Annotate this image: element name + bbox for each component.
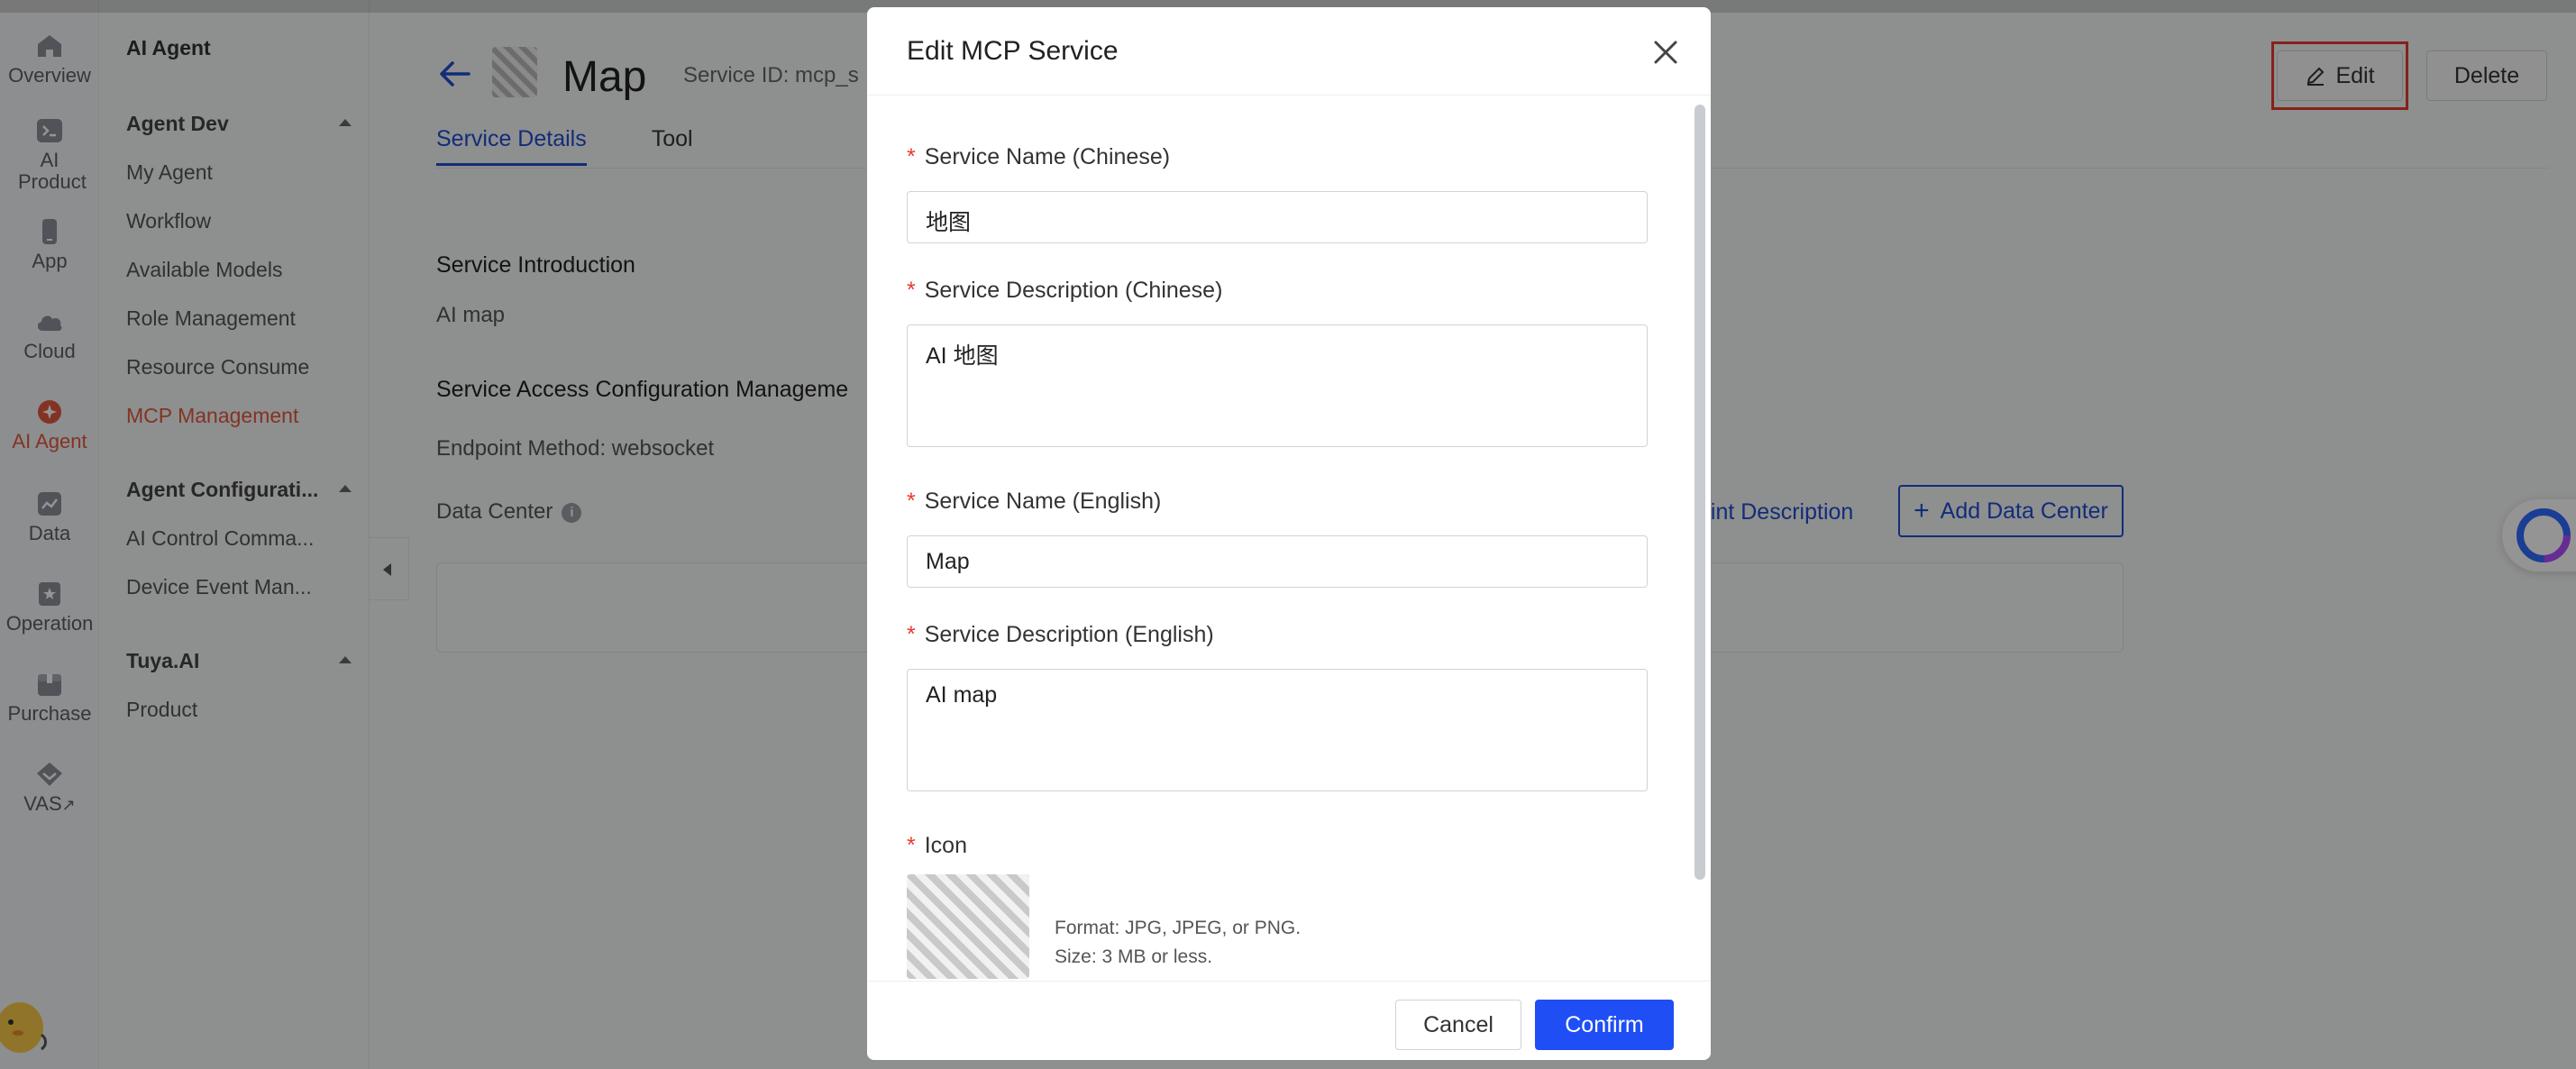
required-mark: * <box>907 144 916 169</box>
label-text: Service Name (English) <box>924 489 1162 514</box>
confirm-button[interactable]: Confirm <box>1535 1000 1674 1050</box>
label-text: Service Description (English) <box>924 622 1214 647</box>
dialog-footer: Cancel Confirm <box>867 981 1711 1060</box>
label-text: Service Description (Chinese) <box>924 278 1223 303</box>
label-text: Service Name (Chinese) <box>924 144 1171 169</box>
name-cn-label: * Service Name (Chinese) <box>907 144 1170 170</box>
desc-en-label: * Service Description (English) <box>907 622 1214 648</box>
service-description-cn-textarea[interactable]: AI 地图 <box>907 324 1648 447</box>
name-en-label: * Service Name (English) <box>907 489 1161 515</box>
required-mark: * <box>907 833 916 858</box>
service-name-cn-input[interactable]: 地图 <box>907 191 1648 243</box>
icon-upload-preview[interactable] <box>907 874 1029 979</box>
required-mark: * <box>907 278 916 303</box>
dialog-scrollbar[interactable] <box>1694 105 1705 880</box>
dialog-body: * Service Name (Chinese) 地图 * Service Desc… <box>867 96 1711 981</box>
edit-mcp-service-dialog: Edit MCP Service * Service Name (Chinese)… <box>867 7 1711 1060</box>
dialog-title: Edit MCP Service <box>907 36 1119 66</box>
service-name-en-input[interactable]: Map <box>907 535 1648 588</box>
label-text: Icon <box>924 833 967 858</box>
icon-format-hint: Format: JPG, JPEG, or PNG. <box>1055 918 1302 938</box>
desc-cn-label: * Service Description (Chinese) <box>907 278 1222 304</box>
icon-size-hint: Size: 3 MB or less. <box>1055 946 1213 967</box>
icon-label: * Icon <box>907 833 967 859</box>
required-mark: * <box>907 622 916 647</box>
dialog-header: Edit MCP Service <box>867 7 1711 96</box>
required-mark: * <box>907 489 916 514</box>
cancel-button[interactable]: Cancel <box>1395 1000 1521 1050</box>
close-icon[interactable] <box>1651 38 1680 67</box>
service-description-en-textarea[interactable]: AI map <box>907 669 1648 791</box>
